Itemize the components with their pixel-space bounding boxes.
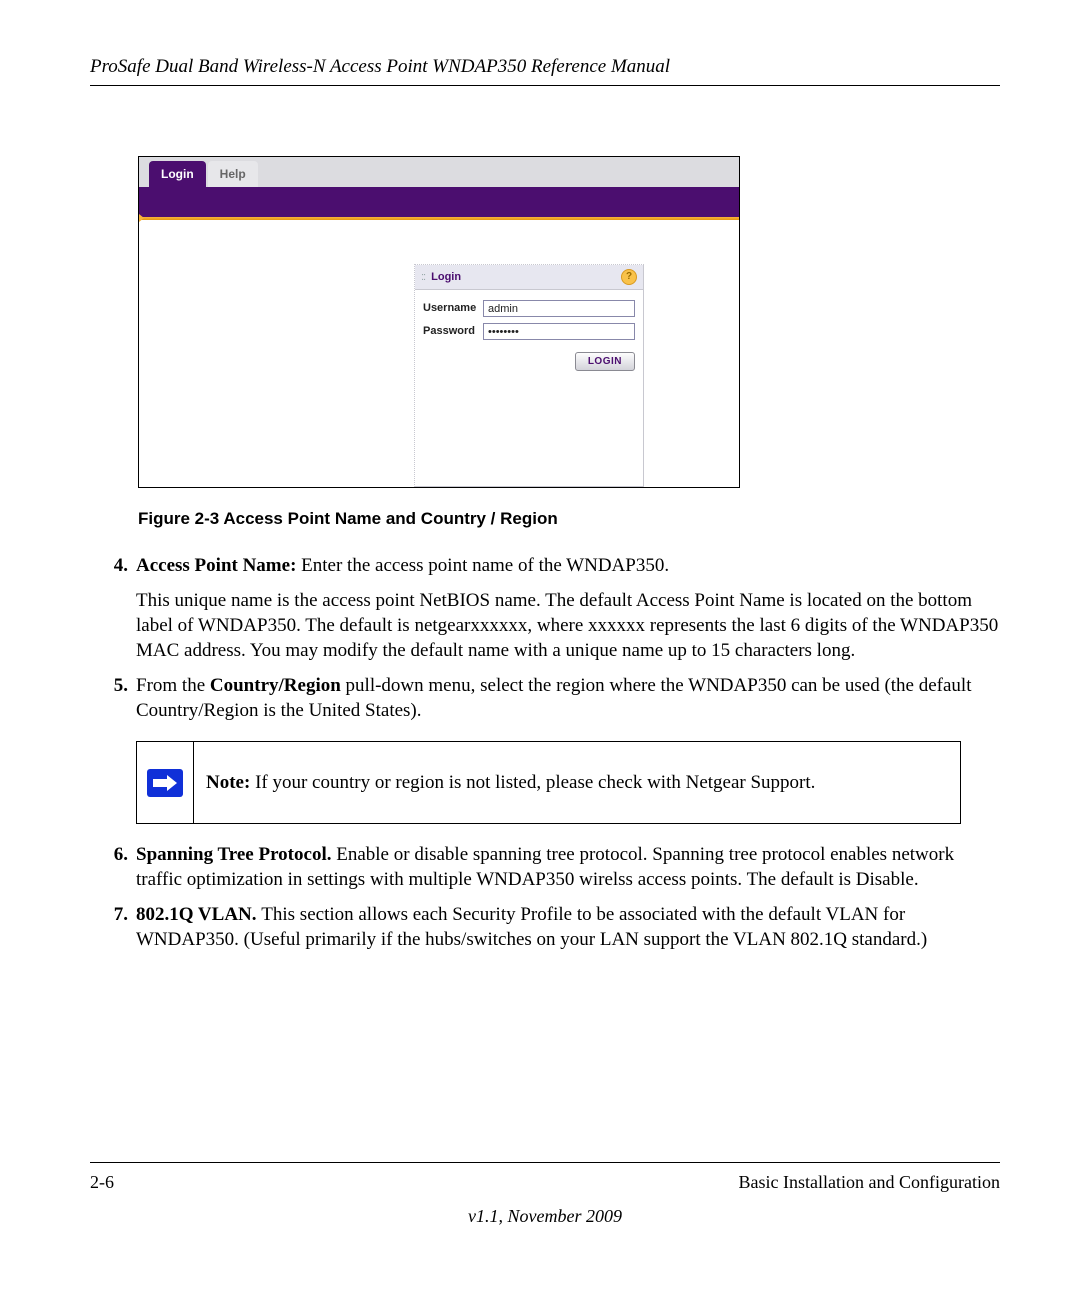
doc-version: v1.1, November 2009 <box>90 1205 1000 1229</box>
note-icon-cell <box>137 742 194 823</box>
login-button[interactable]: LOGIN <box>575 352 635 371</box>
username-input[interactable] <box>483 300 635 317</box>
item-number: 6. <box>90 842 136 892</box>
item-number: 4. <box>90 553 136 663</box>
login-panel: Login ? Username Password LOGIN <box>414 264 644 487</box>
tab-help[interactable]: Help <box>208 161 258 187</box>
footer: 2-6 Basic Installation and Configuration… <box>90 1162 1000 1229</box>
item-number: 7. <box>90 902 136 952</box>
item-lead: Spanning Tree Protocol. <box>136 844 336 865</box>
item-paragraph: This unique name is the access point Net… <box>136 588 1000 663</box>
item-number: 5. <box>90 673 136 723</box>
note-text: Note: If your country or region is not l… <box>194 742 960 823</box>
list-item: 4. Access Point Name: Enter the access p… <box>90 553 1000 663</box>
login-screenshot: Login Help Login ? Username Password LOG… <box>138 156 740 488</box>
help-icon[interactable]: ? <box>621 269 637 285</box>
page-number: 2-6 <box>90 1171 114 1195</box>
list-item: 7. 802.1Q VLAN. This section allows each… <box>90 902 1000 952</box>
section-title: Basic Installation and Configuration <box>739 1171 1000 1195</box>
figure-caption: Figure 2-3 Access Point Name and Country… <box>138 508 1000 530</box>
list-item: 6. Spanning Tree Protocol. Enable or dis… <box>90 842 1000 892</box>
list-item: 5. From the Country/Region pull-down men… <box>90 673 1000 723</box>
item-text: Enter the access point name of the WNDAP… <box>301 555 669 576</box>
tab-login[interactable]: Login <box>149 161 206 187</box>
arrow-right-icon <box>147 769 183 797</box>
login-panel-header: Login ? <box>415 265 643 290</box>
note-box: Note: If your country or region is not l… <box>136 741 961 824</box>
panel-area: Login ? Username Password LOGIN <box>139 220 739 487</box>
item-lead: Access Point Name: <box>136 555 301 576</box>
username-label: Username <box>423 301 483 316</box>
panel-title: Login <box>421 270 461 285</box>
running-header: ProSafe Dual Band Wireless-N Access Poin… <box>90 54 1000 86</box>
tab-row: Login Help <box>139 157 739 191</box>
item-lead: 802.1Q VLAN. <box>136 904 261 925</box>
password-label: Password <box>423 324 483 339</box>
accent-strip <box>139 217 739 220</box>
brand-bar <box>139 191 739 217</box>
item-text: From the Country/Region pull-down menu, … <box>136 675 971 721</box>
password-input[interactable] <box>483 323 635 340</box>
